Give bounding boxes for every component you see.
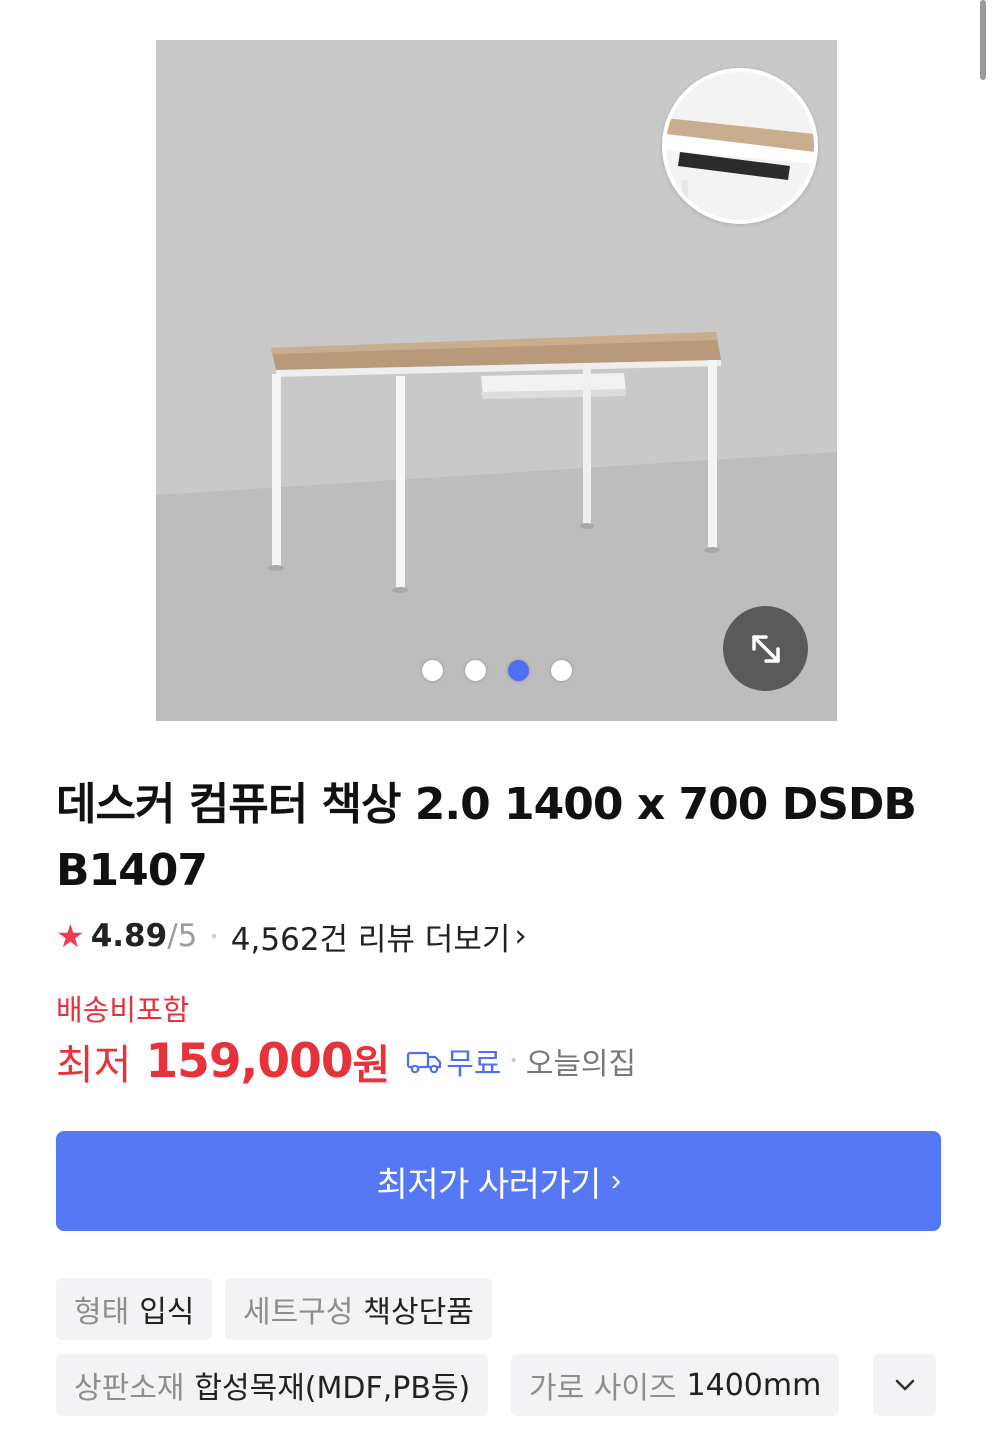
mall-name: 오늘의집	[525, 1047, 637, 1082]
carousel-dot[interactable]	[421, 660, 443, 681]
price-amount: 159,000	[145, 1033, 353, 1089]
rating-row: ★ 4.89 /5 • 4,562건 리뷰 더보기 ›	[56, 914, 527, 958]
chevron-right-icon: ›	[610, 1164, 621, 1197]
spec-value: 1400mm	[686, 1367, 822, 1403]
spec-chip-form[interactable]: 형태 입식	[56, 1278, 213, 1340]
dot-separator: •	[209, 926, 219, 946]
spec-chip-set[interactable]: 세트구성 책상단품	[225, 1278, 492, 1340]
spec-key: 형태	[74, 1295, 130, 1330]
delivery-fee: 무료	[446, 1047, 502, 1082]
carousel-dot[interactable]	[550, 660, 572, 681]
spec-key: 가로 사이즈	[529, 1371, 677, 1406]
buy-lowest-price-button[interactable]: 최저가 사러가기 ›	[56, 1131, 941, 1231]
expand-specs-button[interactable]	[873, 1354, 936, 1416]
spec-key: 상판소재	[74, 1371, 185, 1406]
price-unit: 원	[352, 1041, 391, 1089]
spec-chip-material[interactable]: 상판소재 합성목재(MDF,PB등)	[56, 1354, 489, 1416]
spec-value: 입식	[139, 1295, 195, 1330]
top-toolbar-fragment	[730, 0, 840, 2]
review-link[interactable]: 4,562건 리뷰 더보기	[231, 914, 511, 959]
price-prefix: 최저	[56, 1041, 132, 1089]
spec-chip-width[interactable]: 가로 사이즈 1400mm	[511, 1354, 840, 1416]
spec-value: 합성목재(MDF,PB등)	[194, 1371, 471, 1406]
product-image-carousel[interactable]	[156, 40, 837, 721]
dot-separator: •	[509, 1053, 518, 1069]
carousel-dot[interactable]	[464, 660, 486, 681]
detail-inset-image	[662, 68, 818, 224]
star-icon: ★	[56, 917, 85, 955]
product-title: 데스커 컴퓨터 책상 2.0 1400 x 700 DSDB B1407	[56, 779, 917, 896]
spec-key: 세트구성	[243, 1295, 354, 1330]
price-row: 최저 159,000 원 무료 • 오늘의집	[56, 1028, 636, 1094]
scrollbar[interactable]	[980, 0, 986, 80]
spec-value: 책상단품	[363, 1295, 474, 1330]
carousel-dot-active[interactable]	[507, 660, 529, 681]
chevron-right-icon: ›	[514, 918, 527, 954]
rating-value: 4.89	[90, 918, 168, 954]
buy-button-label: 최저가 사러가기	[376, 1165, 602, 1204]
truck-icon	[407, 1051, 442, 1074]
chevron-down-icon	[895, 1379, 914, 1391]
shipping-note: 배송비포함	[56, 993, 190, 1027]
carousel-pagination	[156, 660, 837, 681]
rating-scale: /5	[167, 918, 198, 954]
